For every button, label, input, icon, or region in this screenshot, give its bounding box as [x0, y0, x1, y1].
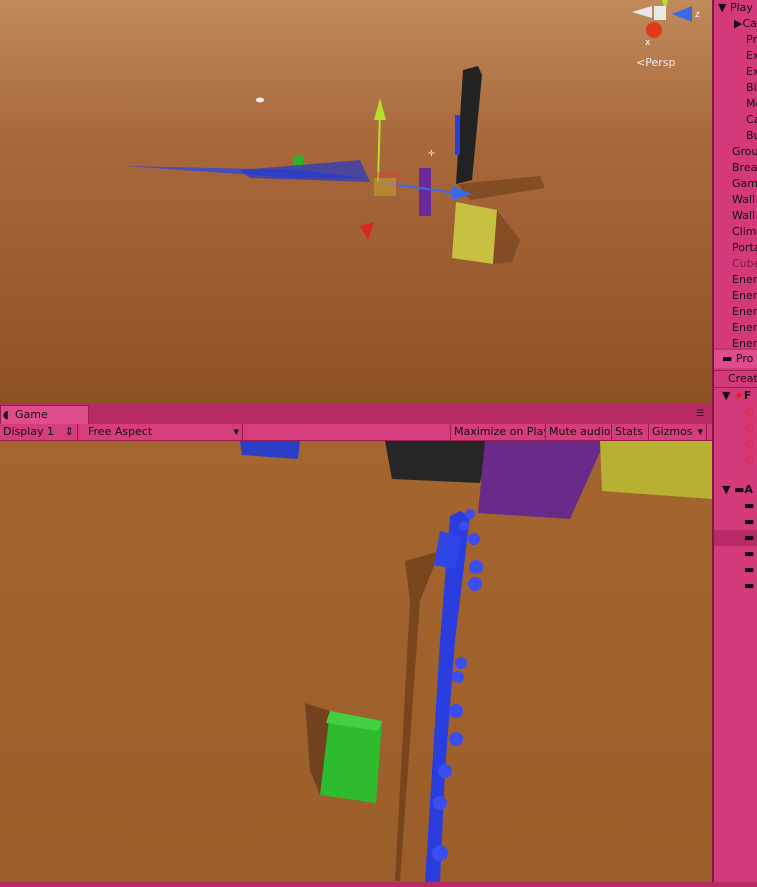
folder-icon: ▬ [722, 352, 733, 365]
hierarchy-item[interactable]: Bi [714, 80, 757, 96]
game-canvas[interactable] [0, 441, 712, 882]
orientation-gizmo[interactable]: z x [632, 0, 708, 60]
green-cube-small[interactable] [293, 155, 303, 165]
hierarchy-item[interactable]: Cube [714, 256, 757, 272]
persp-icon: < [636, 56, 646, 69]
red-object[interactable] [360, 222, 374, 240]
hierarchy-item[interactable]: Break [714, 160, 757, 176]
purple-block [478, 441, 605, 519]
assets-header[interactable]: ▼ ▬A [714, 482, 757, 498]
search-filter-icon[interactable]: ◎ [714, 404, 757, 420]
display-select[interactable]: Display 1 ⇕ [0, 424, 78, 440]
search-filter-icon[interactable]: ◎ [714, 452, 757, 468]
game-tab-bar [0, 403, 712, 424]
dark-block [385, 441, 490, 483]
hierarchy-item[interactable]: Ener [714, 272, 757, 288]
folder-icon[interactable]: ▬ [714, 514, 757, 530]
axis-z-label: z [695, 10, 700, 20]
hierarchy-item[interactable]: Ener [714, 320, 757, 336]
folder-icon[interactable]: ▬ [714, 530, 757, 546]
gizmos-dropdown[interactable]: Gizmos ▾ [649, 424, 707, 440]
hierarchy-root-label: Play [729, 1, 753, 14]
expand-down-icon: ▼ [718, 1, 727, 14]
project-tab[interactable]: ▬ Pro [714, 350, 757, 368]
hierarchy-item[interactable]: Wall [714, 192, 757, 208]
hierarchy-item[interactable]: Grou [714, 144, 757, 160]
hierarchy-item[interactable]: Pr [714, 32, 757, 48]
white-marker [256, 97, 264, 103]
yellow-block [600, 441, 712, 499]
folder-icon[interactable]: ▬ [714, 562, 757, 578]
hierarchy-item[interactable]: Mo [714, 96, 757, 112]
hierarchy-item[interactable]: Ca [714, 112, 757, 128]
dropdown-icon: ▾ [233, 425, 239, 438]
hierarchy-item[interactable]: Wall [714, 208, 757, 224]
scene-view[interactable]: ✛ z x <Persp [0, 0, 712, 403]
hierarchy-item[interactable]: Clim [714, 224, 757, 240]
particle-trail [125, 160, 370, 182]
aspect-select[interactable]: Free Aspect ▾ [85, 424, 243, 440]
hierarchy-item[interactable]: Ener [714, 304, 757, 320]
hierarchy-item[interactable]: ▶Ca [714, 16, 757, 32]
axis-x-label: x [645, 38, 651, 48]
maximize-on-play-toggle[interactable]: Maximize on Play [450, 424, 546, 440]
search-filter-icon[interactable]: ◎ [714, 436, 757, 452]
hierarchy-panel: ▼ Play ▶Ca Pr Ex Ex Bi Mo Ca Bu Grou Bre… [714, 0, 757, 348]
hierarchy-item[interactable]: Ex [714, 64, 757, 80]
stats-toggle[interactable]: Stats [612, 424, 649, 440]
folder-icon[interactable]: ▬ [714, 546, 757, 562]
mute-audio-toggle[interactable]: Mute audio [546, 424, 612, 440]
tab-game[interactable]: ◖ Game [0, 405, 89, 424]
persp-label[interactable]: <Persp [636, 56, 675, 69]
blue-block [240, 441, 300, 459]
hierarchy-item[interactable]: Porta [714, 240, 757, 256]
game-toolbar: Display 1 ⇕ Free Aspect ▾ Maximize on Pl… [0, 424, 712, 441]
axis-gizmo-icon [632, 0, 692, 38]
hierarchy-root[interactable]: ▼ Play [714, 0, 757, 16]
hierarchy-item[interactable]: Ener [714, 336, 757, 348]
hierarchy-item[interactable]: Bu [714, 128, 757, 144]
scene-canvas[interactable]: ✛ [0, 0, 712, 403]
star-icon: ★ [733, 389, 744, 402]
hierarchy-item[interactable]: Ex [714, 48, 757, 64]
yellow-cube[interactable] [452, 202, 497, 264]
search-filter-icon[interactable]: ◎ [714, 420, 757, 436]
pacman-icon: ◖ [3, 408, 9, 421]
folder-icon: ▬ [733, 483, 745, 496]
create-button[interactable]: Creat [714, 370, 757, 388]
bottom-strip [0, 882, 757, 887]
game-view[interactable] [0, 441, 712, 882]
expand-down-icon: ▼ [722, 389, 731, 402]
svg-text:✛: ✛ [428, 149, 435, 158]
expand-down-icon: ▼ [722, 483, 731, 496]
folder-icon[interactable]: ▬ [714, 578, 757, 594]
dropdown-icon: ▾ [697, 425, 703, 438]
hierarchy-item[interactable]: Ener [714, 288, 757, 304]
favorites-header[interactable]: ▼ ★F [714, 388, 757, 404]
purple-block[interactable] [419, 168, 431, 216]
dropdown-icon: ⇕ [64, 425, 74, 438]
hierarchy-item[interactable]: Gam [714, 176, 757, 192]
tab-menu-icon[interactable]: ☰ [696, 409, 704, 419]
project-panel: ▬ Pro Creat ▼ ★F ◎ ◎ ◎ ◎ ▼ ▬A ▬ ▬ ▬ ▬ ▬ … [714, 350, 757, 887]
folder-icon[interactable]: ▬ [714, 498, 757, 514]
